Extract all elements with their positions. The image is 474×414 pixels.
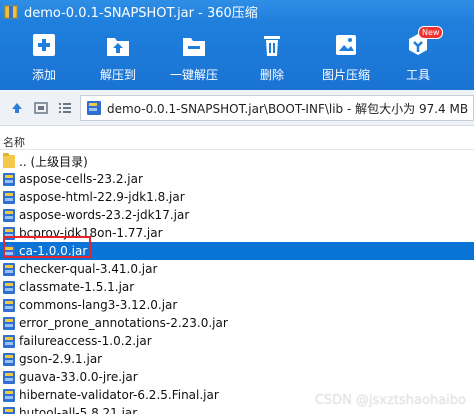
extract-to-button[interactable]: 解压到 (100, 30, 136, 83)
add-icon (30, 30, 58, 60)
jar-file-icon (3, 352, 15, 366)
image-compress-label: 图片压缩 (322, 68, 371, 82)
address-bar: demo-0.0.1-SNAPSHOT.jar\BOOT-INF\lib - 解… (0, 90, 474, 126)
tools-icon: New (404, 26, 444, 60)
archive-app-icon (4, 4, 18, 19)
table-row[interactable]: error_prone_annotations-2.23.0.jar (0, 314, 474, 332)
add-button[interactable]: 添加 (30, 30, 58, 83)
parent-directory-row[interactable]: .. (上级目录) (0, 152, 474, 170)
add-label: 添加 (31, 68, 56, 82)
image-compress-icon (332, 30, 360, 60)
jar-file-icon (3, 280, 15, 294)
file-name: classmate-1.5.1.jar (19, 280, 135, 294)
thumbnail-view-icon[interactable] (34, 100, 48, 114)
toolbar: 添加 解压到 一键解压 删除 图片压缩 New 工具 (0, 22, 474, 90)
file-name: failureaccess-1.0.2.jar (19, 334, 152, 348)
name-column-header[interactable]: 名称 (3, 134, 25, 150)
jar-file-icon (3, 172, 15, 186)
title-bar: demo-0.0.1-SNAPSHOT.jar - 360压缩 (0, 0, 474, 22)
jar-file-icon (3, 406, 15, 414)
extract-to-icon (104, 30, 132, 60)
file-list: .. (上级目录) aspose-cells-23.2.jar aspose-h… (0, 152, 474, 414)
file-name: aspose-html-22.9-jdk1.8.jar (19, 190, 185, 204)
image-compress-button[interactable]: 图片压缩 (322, 30, 370, 83)
table-row[interactable]: checker-qual-3.41.0.jar (0, 260, 474, 278)
folder-icon (3, 152, 15, 168)
file-name: aspose-cells-23.2.jar (19, 172, 143, 186)
path-field[interactable]: demo-0.0.1-SNAPSHOT.jar\BOOT-INF\lib - 解… (80, 95, 474, 121)
table-row[interactable]: commons-lang3-3.12.0.jar (0, 296, 474, 314)
jar-file-icon (3, 334, 15, 348)
new-badge: New (418, 26, 444, 39)
file-name: hibernate-validator-6.2.5.Final.jar (19, 388, 219, 402)
jar-file-icon (3, 208, 15, 222)
tools-label: 工具 (405, 68, 430, 82)
table-row[interactable]: aspose-words-23.2-jdk17.jar (0, 206, 474, 224)
delete-button[interactable]: 删除 (258, 30, 286, 83)
table-row[interactable]: gson-2.9.1.jar (0, 350, 474, 368)
jar-file-icon (3, 190, 15, 204)
table-row[interactable]: aspose-cells-23.2.jar (0, 170, 474, 188)
delete-label: 删除 (259, 68, 284, 82)
table-row[interactable]: guava-33.0.0-jre.jar (0, 368, 474, 386)
file-name: aspose-words-23.2-jdk17.jar (19, 208, 190, 222)
one-click-extract-icon (180, 30, 208, 60)
file-name: commons-lang3-3.12.0.jar (19, 298, 178, 312)
archive-icon (87, 101, 101, 115)
jar-file-icon (3, 388, 15, 402)
jar-file-icon (3, 262, 15, 276)
file-name: .. (上级目录) (19, 154, 88, 169)
path-text: demo-0.0.1-SNAPSHOT.jar\BOOT-INF\lib - 解… (107, 101, 469, 116)
annotation-highlight-box (3, 236, 91, 258)
table-row[interactable]: classmate-1.5.1.jar (0, 278, 474, 296)
file-name: hutool-all-5.8.21.jar (19, 406, 138, 414)
file-name: guava-33.0.0-jre.jar (19, 370, 138, 384)
watermark: CSDN @jsxztshaohaibo (314, 393, 466, 408)
file-name: error_prone_annotations-2.23.0.jar (19, 316, 228, 330)
extract-to-label: 解压到 (100, 68, 137, 82)
tools-button[interactable]: New 工具 (404, 26, 444, 83)
up-arrow-icon[interactable] (10, 100, 24, 114)
table-row[interactable]: failureaccess-1.0.2.jar (0, 332, 474, 350)
jar-file-icon (3, 370, 15, 384)
window-title: demo-0.0.1-SNAPSHOT.jar - 360压缩 (24, 5, 258, 21)
file-name: gson-2.9.1.jar (19, 352, 103, 366)
one-click-extract-label: 一键解压 (170, 68, 219, 82)
file-name: checker-qual-3.41.0.jar (19, 262, 158, 276)
jar-file-icon (3, 316, 15, 330)
one-click-extract-button[interactable]: 一键解压 (170, 30, 218, 83)
table-row[interactable]: aspose-html-22.9-jdk1.8.jar (0, 188, 474, 206)
jar-file-icon (3, 298, 15, 312)
column-header: 名称 (0, 132, 474, 150)
list-view-icon[interactable] (58, 100, 72, 114)
delete-icon (258, 30, 286, 60)
